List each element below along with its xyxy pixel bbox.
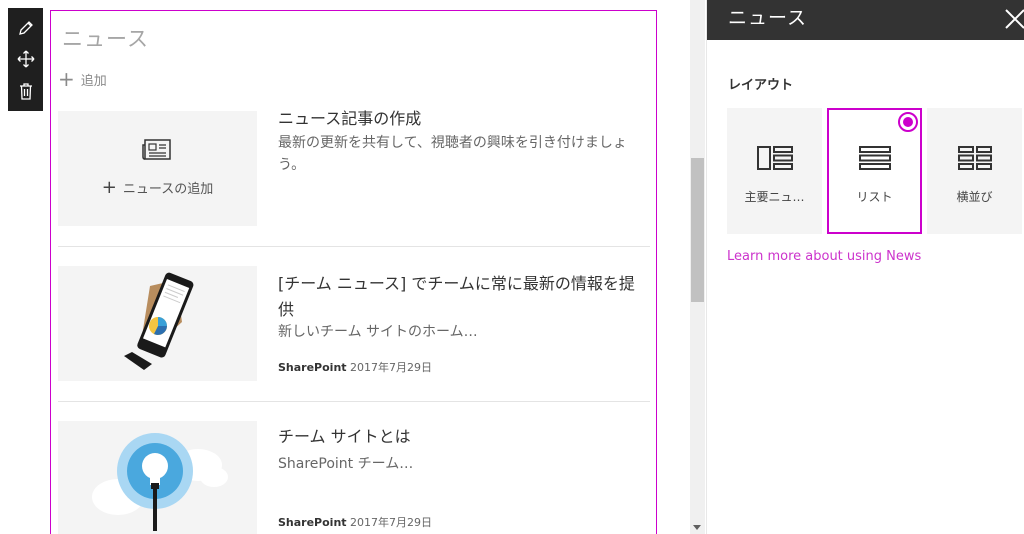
news-item-create[interactable]: + ニュースの追加 ニュース記事の作成 最新の更新を共有して、視聴者の興味を引き… <box>58 109 650 229</box>
lightbulb-illustration <box>92 433 228 531</box>
webpart-toolbar <box>8 8 43 111</box>
news-date: 2017年7月29日 <box>350 361 433 374</box>
add-news-link[interactable]: + 追加 <box>58 69 107 89</box>
top-story-layout-icon <box>757 146 793 170</box>
side-by-side-layout-icon <box>958 146 992 170</box>
property-pane-title: ニュース <box>728 7 808 29</box>
list-layout-icon <box>859 146 891 170</box>
layout-option-top-story[interactable]: 主要ニュ… <box>727 108 822 234</box>
vertical-scrollbar[interactable] <box>690 0 705 534</box>
news-item-title[interactable]: チーム サイトとは <box>278 424 650 450</box>
layout-option-list[interactable]: リスト <box>827 108 922 234</box>
property-pane: ニュース レイアウト 主要ニュ… リスト 横並び Learn more abou… <box>706 0 1024 534</box>
news-thumbnail[interactable] <box>58 266 257 381</box>
newspaper-icon <box>142 139 171 160</box>
layout-option-label: 主要ニュ… <box>744 190 805 204</box>
scroll-down-arrow-icon[interactable] <box>693 525 701 530</box>
news-item-description: 最新の更新を共有して、視聴者の興味を引き付けましょう。 <box>278 135 627 173</box>
trash-icon[interactable] <box>12 77 40 105</box>
news-date: 2017年7月29日 <box>350 516 433 529</box>
news-item-description: SharePoint チーム… <box>278 456 414 472</box>
news-item[interactable]: [チーム ニュース] でチームに常に最新の情報を提供 新しいチーム サイトのホー… <box>58 266 650 384</box>
divider <box>58 246 650 247</box>
divider <box>58 401 650 402</box>
selected-radio-icon <box>898 112 918 132</box>
layout-option-label: リスト <box>856 190 893 204</box>
news-item[interactable]: チーム サイトとは SharePoint チーム… SharePoint 201… <box>58 421 650 534</box>
news-source: SharePoint <box>278 361 347 374</box>
layout-option-side-by-side[interactable]: 横並び <box>927 108 1022 234</box>
news-source: SharePoint <box>278 516 347 529</box>
learn-more-link[interactable]: Learn more about using News <box>727 249 921 264</box>
news-item-meta: SharePoint 2017年7月29日 <box>278 514 432 530</box>
layout-label: レイアウト <box>728 78 794 93</box>
news-webpart-editor: ニュース + 追加 + ニュースの追加 ニュース記事の作成 最新の更新を共有して <box>0 0 1024 534</box>
add-news-label: + ニュースの追加 <box>101 177 214 198</box>
news-item-title[interactable]: ニュース記事の作成 <box>278 106 650 132</box>
plus-icon: + <box>58 67 75 91</box>
news-item-meta: SharePoint 2017年7月29日 <box>278 359 432 375</box>
news-webpart[interactable]: ニュース + 追加 + ニュースの追加 ニュース記事の作成 最新の更新を共有して <box>50 10 657 534</box>
add-news-tile[interactable]: + ニュースの追加 <box>58 111 257 226</box>
layout-option-label: 横並び <box>956 190 993 204</box>
property-pane-header: ニュース <box>707 0 1024 40</box>
add-label: 追加 <box>80 73 107 89</box>
move-icon[interactable] <box>12 45 40 73</box>
news-thumbnail[interactable] <box>58 421 257 534</box>
close-icon[interactable] <box>1003 6 1024 30</box>
plus-icon: + <box>101 177 117 198</box>
pencil-icon[interactable] <box>12 14 40 42</box>
phone-illustration <box>124 272 194 370</box>
scrollbar-thumb[interactable] <box>691 158 704 302</box>
news-item-title[interactable]: [チーム ニュース] でチームに常に最新の情報を提供 <box>278 271 650 323</box>
news-item-description: 新しいチーム サイトのホーム… <box>278 324 478 340</box>
webpart-title[interactable]: ニュース <box>62 23 149 53</box>
